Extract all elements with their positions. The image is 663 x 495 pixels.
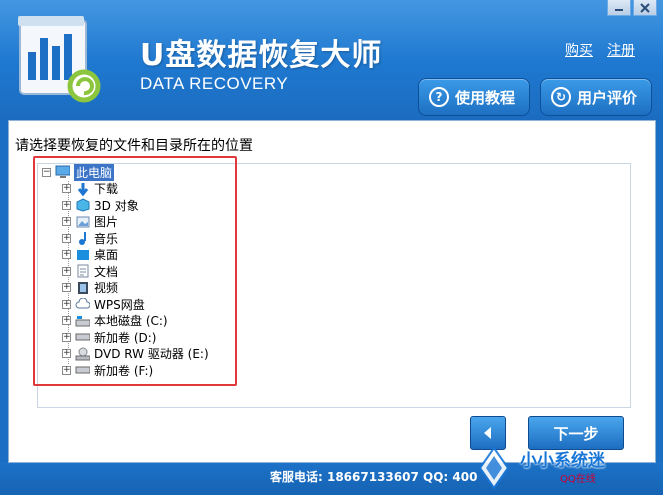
review-button-label: 用户评价: [577, 88, 638, 107]
3d-cube-icon: [75, 198, 90, 212]
tree-item[interactable]: + 本地磁盘 (C:): [42, 313, 209, 330]
tree-item-label: DVD RW 驱动器 (E:): [94, 347, 209, 362]
app-subtitle: DATA RECOVERY: [140, 74, 289, 93]
register-link[interactable]: 注册: [607, 40, 635, 60]
system-drive-icon: [75, 314, 90, 328]
app-logo-icon: [18, 16, 101, 103]
collapse-toggle-icon[interactable]: −: [42, 167, 51, 177]
expand-toggle-icon[interactable]: +: [62, 250, 71, 260]
tree-item[interactable]: + 下载: [42, 181, 209, 198]
tree-item[interactable]: + 桌面: [42, 247, 209, 264]
music-note-icon: [75, 231, 90, 246]
watermark-subtext: QQ在线: [560, 474, 596, 485]
expand-toggle-icon[interactable]: +: [62, 283, 71, 293]
tree-item[interactable]: + 3D 对象: [42, 197, 209, 214]
tree-item-label: 本地磁盘 (C:): [94, 314, 168, 329]
tree-item-label: 新加卷 (F:): [94, 363, 154, 378]
tree-item[interactable]: + 新加卷 (D:): [42, 329, 209, 346]
tree-root[interactable]: − 此电脑: [42, 163, 209, 181]
expand-toggle-icon[interactable]: +: [62, 217, 71, 227]
video-icon: [75, 281, 90, 295]
panel-prompt: 请选择要恢复的文件和目录所在的位置: [15, 138, 253, 154]
tree-item[interactable]: + 新加卷 (F:): [42, 362, 209, 379]
tree-item-label: 文档: [94, 264, 119, 279]
desktop-icon: [75, 248, 90, 262]
refresh-circle-icon: ↻: [551, 87, 571, 107]
tree-item[interactable]: + 文档: [42, 263, 209, 280]
drive-icon: [75, 330, 90, 344]
close-button[interactable]: [633, 0, 657, 16]
minimize-button[interactable]: [607, 0, 631, 16]
cloud-icon: [75, 297, 90, 311]
tree-item[interactable]: + WPS网盘: [42, 296, 209, 313]
window-controls: [607, 0, 657, 16]
tutorial-button[interactable]: ? 使用教程: [418, 78, 530, 116]
expand-toggle-icon[interactable]: +: [62, 200, 71, 210]
tree-item[interactable]: + 视频: [42, 280, 209, 297]
drive-icon: [75, 363, 90, 377]
app-title: U盘数据恢复大师: [140, 38, 383, 73]
expand-toggle-icon[interactable]: +: [62, 299, 71, 309]
tree-item[interactable]: + 图片: [42, 214, 209, 231]
tree-item[interactable]: + DVD RW 驱动器 (E:): [42, 346, 209, 363]
expand-toggle-icon[interactable]: +: [62, 266, 71, 276]
expand-toggle-icon[interactable]: +: [62, 316, 71, 326]
tree-item-label: 3D 对象: [94, 198, 139, 213]
tree-item-label: 视频: [94, 281, 119, 296]
buy-link[interactable]: 购买: [565, 40, 593, 60]
tree-item-label: 桌面: [94, 248, 119, 263]
top-links: 购买 注册: [565, 40, 635, 60]
tree-root-label: 此电脑: [74, 163, 115, 181]
tree-item-label: 新加卷 (D:): [94, 330, 157, 345]
review-button[interactable]: ↻ 用户评价: [540, 78, 652, 116]
tree-item-label: WPS网盘: [94, 297, 145, 312]
tree-item[interactable]: + 音乐: [42, 230, 209, 247]
dvd-drive-icon: [75, 347, 90, 361]
tree-item-label: 音乐: [94, 231, 119, 246]
picture-icon: [75, 215, 90, 229]
expand-toggle-icon[interactable]: +: [62, 365, 71, 375]
computer-icon: [55, 165, 70, 179]
help-question-icon: ?: [429, 87, 449, 107]
expand-toggle-icon[interactable]: +: [62, 233, 71, 243]
minimize-icon: [615, 8, 623, 11]
folder-tree: − 此电脑 + 下载 + 3D 对象 + 图片 + 音乐 + 桌面 + 文档 +…: [42, 163, 209, 379]
close-icon: [640, 2, 650, 13]
document-icon: [75, 264, 90, 278]
download-arrow-icon: [75, 182, 90, 196]
tree-item-label: 图片: [94, 215, 119, 230]
contact-info: 客服电话: 18667133607 QQ: 400: [270, 470, 478, 484]
tree-item-label: 下载: [94, 182, 119, 197]
expand-toggle-icon[interactable]: +: [62, 349, 71, 359]
expand-toggle-icon[interactable]: +: [62, 332, 71, 342]
tutorial-button-label: 使用教程: [455, 88, 516, 107]
watermark-text: 小小系统迷: [520, 451, 605, 471]
expand-toggle-icon[interactable]: +: [62, 184, 71, 194]
